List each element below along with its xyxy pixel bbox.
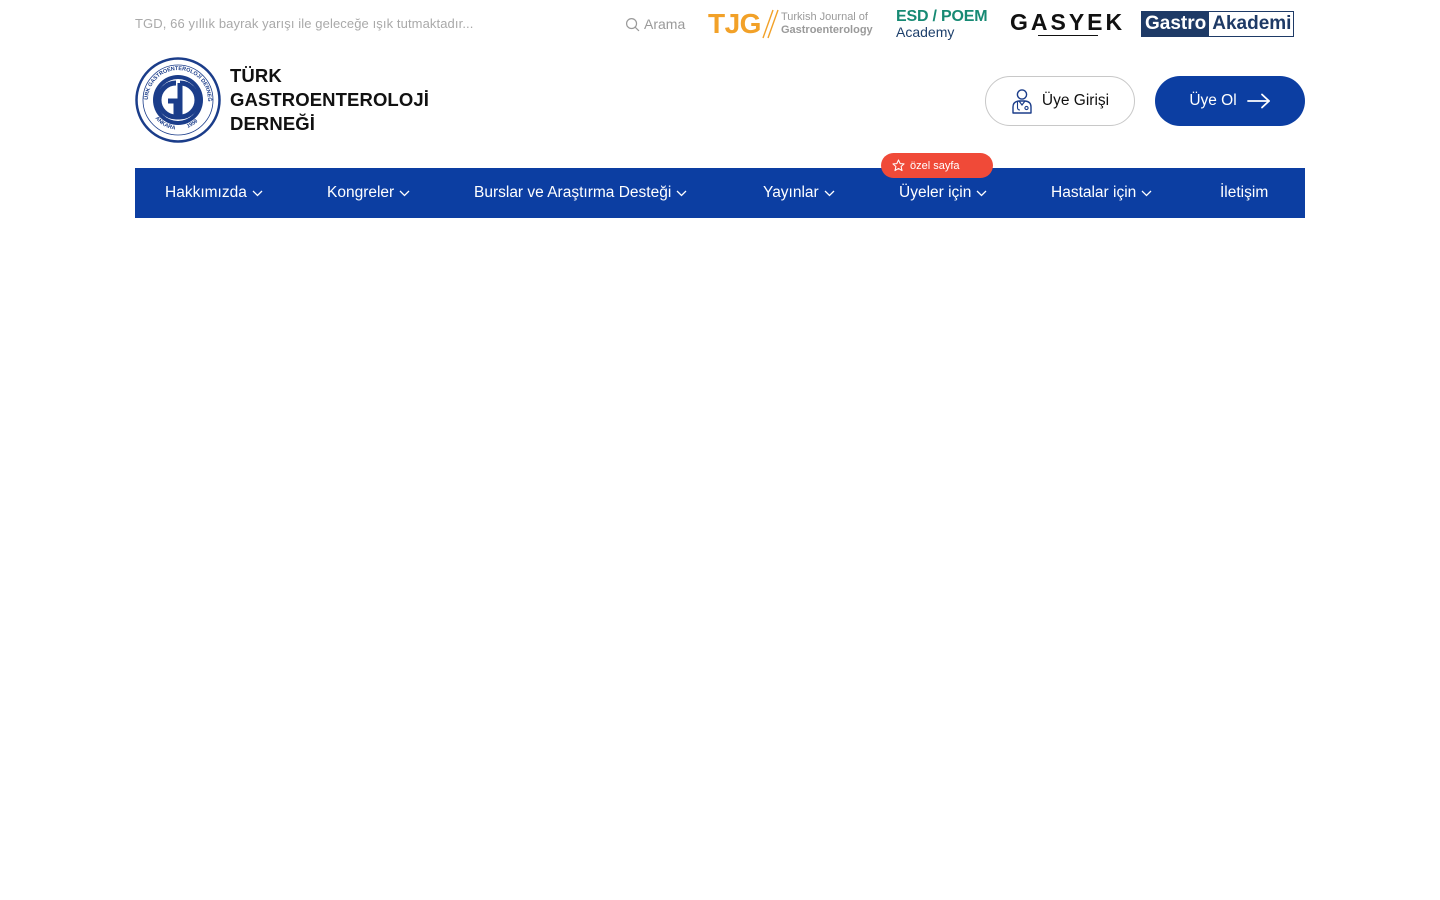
register-label: Üye Ol <box>1189 92 1237 109</box>
star-icon <box>892 159 905 172</box>
society-seal-logo: TÜRK GASTROENTEROLOJİ DERNEĞİ ANKARA 195… <box>135 57 221 143</box>
nav-item-hastalar-icin[interactable]: Hastalar için <box>1051 168 1152 218</box>
special-page-label: özel sayfa <box>910 159 960 172</box>
doctor-icon <box>1012 89 1032 114</box>
tjg-mark: TJG <box>708 8 761 39</box>
nav-item-kongreler[interactable]: Kongreler <box>327 168 410 218</box>
chevron-down-icon <box>252 190 263 196</box>
special-page-badge[interactable]: özel sayfa <box>881 153 993 178</box>
nav-item-iletisim[interactable]: İletişim <box>1220 168 1268 218</box>
nav-item-label: İletişim <box>1220 184 1269 201</box>
site-name-line1: TÜRK <box>230 65 282 86</box>
member-login-label: Üye Girişi <box>1041 92 1110 109</box>
site-name-line3: DERNEĞİ <box>230 113 315 134</box>
gasyek-mark: GASYEK <box>1010 9 1126 35</box>
tjg-line1: Turkish Journal of <box>780 11 868 23</box>
gastro-akademi-part1: Gastro <box>1142 12 1210 36</box>
chevron-down-icon <box>1141 190 1152 196</box>
search-button[interactable]: Arama <box>625 14 685 34</box>
arrow-right-icon <box>1246 93 1270 109</box>
top-strip: TGD, 66 yıllık bayrak yarışı ile geleceğ… <box>135 0 1305 48</box>
nav-item-label: Hastalar için <box>1051 184 1137 201</box>
member-login-button[interactable]: Üye Girişi <box>985 76 1135 126</box>
site-name: TÜRK GASTROENTEROLOJİ DERNEĞİ <box>230 64 429 136</box>
nav-item-hakkimizda[interactable]: Hakkımızda <box>165 168 263 218</box>
nav-item-burslar[interactable]: Burslar ve Araştırma Desteği <box>474 168 687 218</box>
chevron-down-icon <box>676 190 687 196</box>
esd-poem-logo-link[interactable]: ESD / POEM Academy <box>896 8 988 40</box>
gastro-akademi-part2: Akademi <box>1209 12 1294 36</box>
site-logo-link[interactable]: TÜRK GASTROENTEROLOJİ DERNEĞİ ANKARA 195… <box>135 57 429 143</box>
tjg-line2: Gastroenterology <box>780 24 873 36</box>
nav-item-label: Hakkımızda <box>165 184 247 201</box>
nav-item-label: Üyeler için <box>899 184 972 201</box>
tjg-text: Turkish Journal of Gastroenterology <box>781 11 873 37</box>
chevron-down-icon <box>399 190 410 196</box>
nav-item-label: Burslar ve Araştırma Desteği <box>474 184 672 201</box>
search-icon <box>625 17 640 31</box>
register-button[interactable]: Üye Ol <box>1155 76 1305 126</box>
site-name-line2: GASTROENTEROLOJİ <box>230 89 429 110</box>
tjg-logo-link[interactable]: TJG Turkish Journal of Gastroenterology <box>708 8 873 40</box>
esd-subtitle: Academy <box>896 24 955 40</box>
gasyek-underline <box>1038 35 1098 36</box>
chevron-down-icon <box>824 190 835 196</box>
nav-item-label: Kongreler <box>327 184 395 201</box>
gasyek-logo-link[interactable]: GASYEK <box>1010 9 1125 36</box>
search-label: Arama <box>644 16 686 32</box>
tagline: TGD, 66 yıllık bayrak yarışı ile geleceğ… <box>135 16 474 31</box>
main-navigation: Hakkımızda Kongreler Burslar ve Araştırm… <box>135 168 1305 218</box>
nav-item-label: Yayınlar <box>763 184 819 201</box>
chevron-down-icon <box>976 190 987 196</box>
nav-item-yayinlar[interactable]: Yayınlar <box>763 168 835 218</box>
tjg-slash-icon <box>762 9 779 39</box>
gastro-akademi-logo-link[interactable]: Gastro Akademi <box>1141 11 1295 37</box>
esd-title: ESD / POEM <box>896 8 988 25</box>
